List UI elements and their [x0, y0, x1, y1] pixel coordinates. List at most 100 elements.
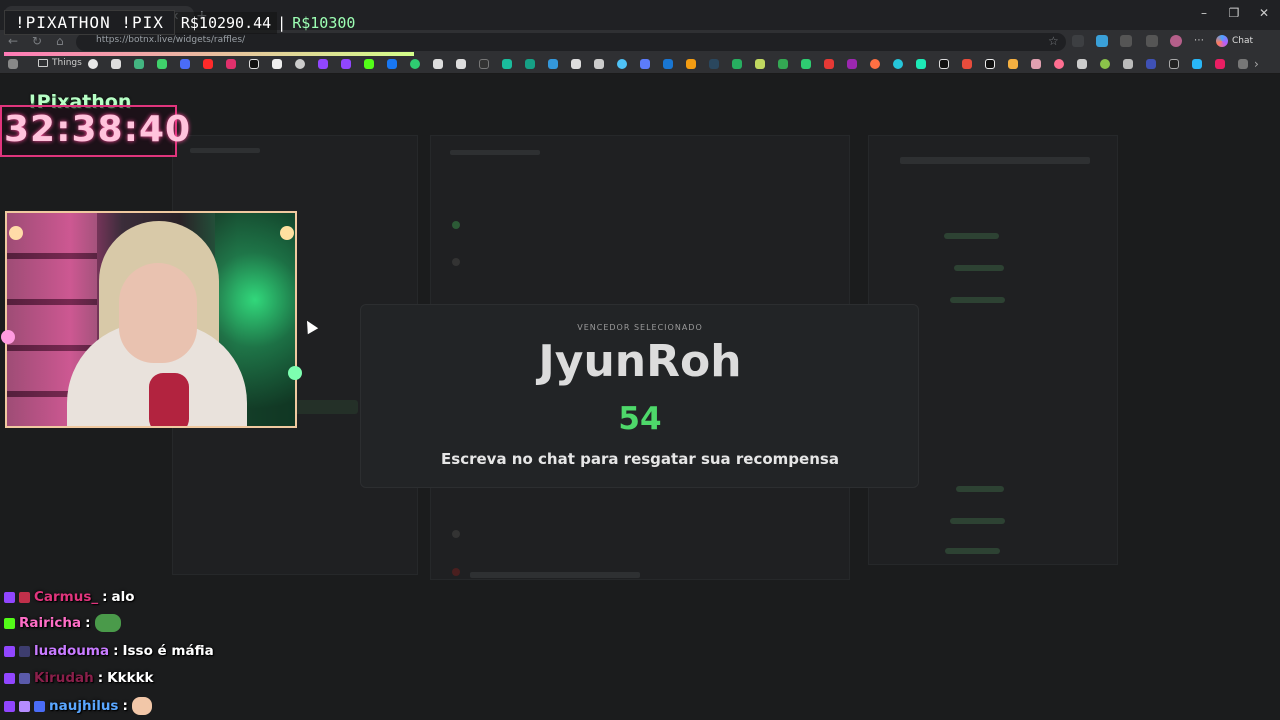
bookmark-icon[interactable]: [433, 59, 443, 69]
chat-text: Kkkkk: [107, 670, 154, 686]
bookmark-icon[interactable]: [732, 59, 742, 69]
goal-current: R$10290.44: [174, 11, 278, 34]
subscriber-badge-icon: [19, 591, 30, 603]
bookmark-icon[interactable]: [479, 59, 489, 69]
folder-icon: [38, 59, 48, 67]
subscriber-badge-icon: [19, 672, 30, 684]
bookmark-threads-icon[interactable]: [295, 59, 305, 69]
bookmark-icon[interactable]: [985, 59, 995, 69]
profile-avatar-icon[interactable]: [1170, 35, 1182, 47]
dashboard-heading: [450, 150, 540, 155]
bookmark-icon[interactable]: [640, 59, 650, 69]
status-dot: [452, 258, 460, 266]
copilot-icon: [1216, 35, 1228, 47]
glasses-extension-icon[interactable]: [1072, 35, 1084, 47]
back-icon[interactable]: ←: [8, 34, 18, 48]
more-menu-icon[interactable]: ⋯: [1194, 35, 1206, 47]
bookmark-icon[interactable]: [1008, 59, 1018, 69]
bookmark-tiktok-icon[interactable]: [249, 59, 259, 69]
bookmark-icon[interactable]: [134, 59, 144, 69]
bookmark-icon[interactable]: [1215, 59, 1225, 69]
goal-progress-fill: [4, 52, 414, 56]
bookmark-icon[interactable]: [157, 59, 167, 69]
bookmark-icon[interactable]: [1054, 59, 1064, 69]
bookmark-icon[interactable]: [870, 59, 880, 69]
puzzle-extension-icon[interactable]: [1120, 35, 1132, 47]
bookmark-icon[interactable]: [939, 59, 949, 69]
bookmark-youtube-icon[interactable]: [203, 59, 213, 69]
bookmark-icon[interactable]: [1146, 59, 1156, 69]
dashboard-bar: [954, 265, 1004, 271]
bookmark-icon[interactable]: [778, 59, 788, 69]
bookmark-icon[interactable]: [525, 59, 535, 69]
chat-username: luadouma: [34, 643, 110, 659]
bookmark-twitch-icon[interactable]: [341, 59, 351, 69]
chat-username: naujhilus: [49, 698, 119, 714]
bookmark-icon[interactable]: [801, 59, 811, 69]
bookmark-folder-label: Things: [52, 58, 82, 68]
bookmark-icon[interactable]: [617, 59, 627, 69]
bookmark-icon[interactable]: [594, 59, 604, 69]
dashboard-heading: [900, 157, 1090, 164]
favorites-icon[interactable]: [1146, 35, 1158, 47]
copilot-chat-button[interactable]: Chat: [1216, 32, 1262, 50]
bookmark-icon[interactable]: [502, 59, 512, 69]
goal-progress-bar: [4, 52, 414, 56]
bookmark-icon[interactable]: [893, 59, 903, 69]
bookmark-icon[interactable]: [180, 59, 190, 69]
bookmark-steam-icon[interactable]: [709, 59, 719, 69]
bookmark-icon[interactable]: [1100, 59, 1110, 69]
goal-target: R$10300: [292, 13, 356, 32]
extension-icon[interactable]: [1096, 35, 1108, 47]
twitch-badge-icon: [4, 672, 15, 684]
bookmark-icon[interactable]: [111, 59, 121, 69]
bookmark-icon[interactable]: [824, 59, 834, 69]
bookmark-kick-icon[interactable]: [364, 59, 374, 69]
close-window-icon[interactable]: ✕: [1256, 6, 1272, 20]
chat-message: Carmus_ : alo: [4, 585, 135, 609]
bookmark-icon[interactable]: [410, 59, 420, 69]
reload-icon[interactable]: ↻: [32, 34, 42, 48]
bookmark-facebook-icon[interactable]: [387, 59, 397, 69]
bookmark-twitch-icon[interactable]: [318, 59, 328, 69]
bookmark-icon[interactable]: [1077, 59, 1087, 69]
bookmark-icon[interactable]: [1238, 59, 1248, 69]
bookmark-icon[interactable]: [571, 59, 581, 69]
bookmark-icon[interactable]: [1169, 59, 1179, 69]
bookmark-icon[interactable]: [916, 59, 926, 69]
bookmark-icon[interactable]: [962, 59, 972, 69]
bookmark-x-icon[interactable]: [272, 59, 282, 69]
bookmark-icon[interactable]: [1192, 59, 1202, 69]
apps-icon[interactable]: [8, 59, 18, 69]
bookmark-icon[interactable]: [456, 59, 466, 69]
bookmark-icon[interactable]: [686, 59, 696, 69]
bookmark-icon[interactable]: [1031, 59, 1041, 69]
home-icon[interactable]: ⌂: [56, 34, 64, 48]
bookmark-icon[interactable]: [755, 59, 765, 69]
dashboard-text: [470, 572, 640, 578]
bookmarks-bar: ›: [0, 54, 1280, 74]
bookmark-icon[interactable]: [1123, 59, 1133, 69]
flower-icon: [288, 366, 302, 380]
bookmark-instagram-icon[interactable]: [226, 59, 236, 69]
bookmark-icon[interactable]: [663, 59, 673, 69]
twitch-badge-icon: [4, 700, 15, 712]
bookmark-star-icon[interactable]: ☆: [1048, 34, 1059, 48]
bookmarks-overflow-icon[interactable]: ›: [1254, 57, 1259, 71]
minimize-icon[interactable]: –: [1196, 6, 1212, 20]
chat-username: Kirudah: [34, 670, 94, 686]
timer-value: 32:38:40: [4, 109, 192, 150]
bookmark-google-icon[interactable]: [88, 59, 98, 69]
chat-separator: :: [113, 643, 119, 659]
streamer-webcam: [5, 211, 297, 428]
subscriber-badge-icon: [34, 700, 45, 712]
url-text[interactable]: https://botnx.live/widgets/raffles/: [96, 35, 245, 45]
flower-icon: [1, 330, 15, 344]
winner-number: 54: [618, 401, 662, 437]
dashboard-bar: [944, 233, 999, 239]
bookmark-icon[interactable]: [548, 59, 558, 69]
bookmark-folder-things[interactable]: Things: [38, 58, 82, 68]
restore-icon[interactable]: ❐: [1226, 6, 1242, 20]
bookmark-icon[interactable]: [847, 59, 857, 69]
winner-name: JyunRoh: [538, 336, 742, 387]
